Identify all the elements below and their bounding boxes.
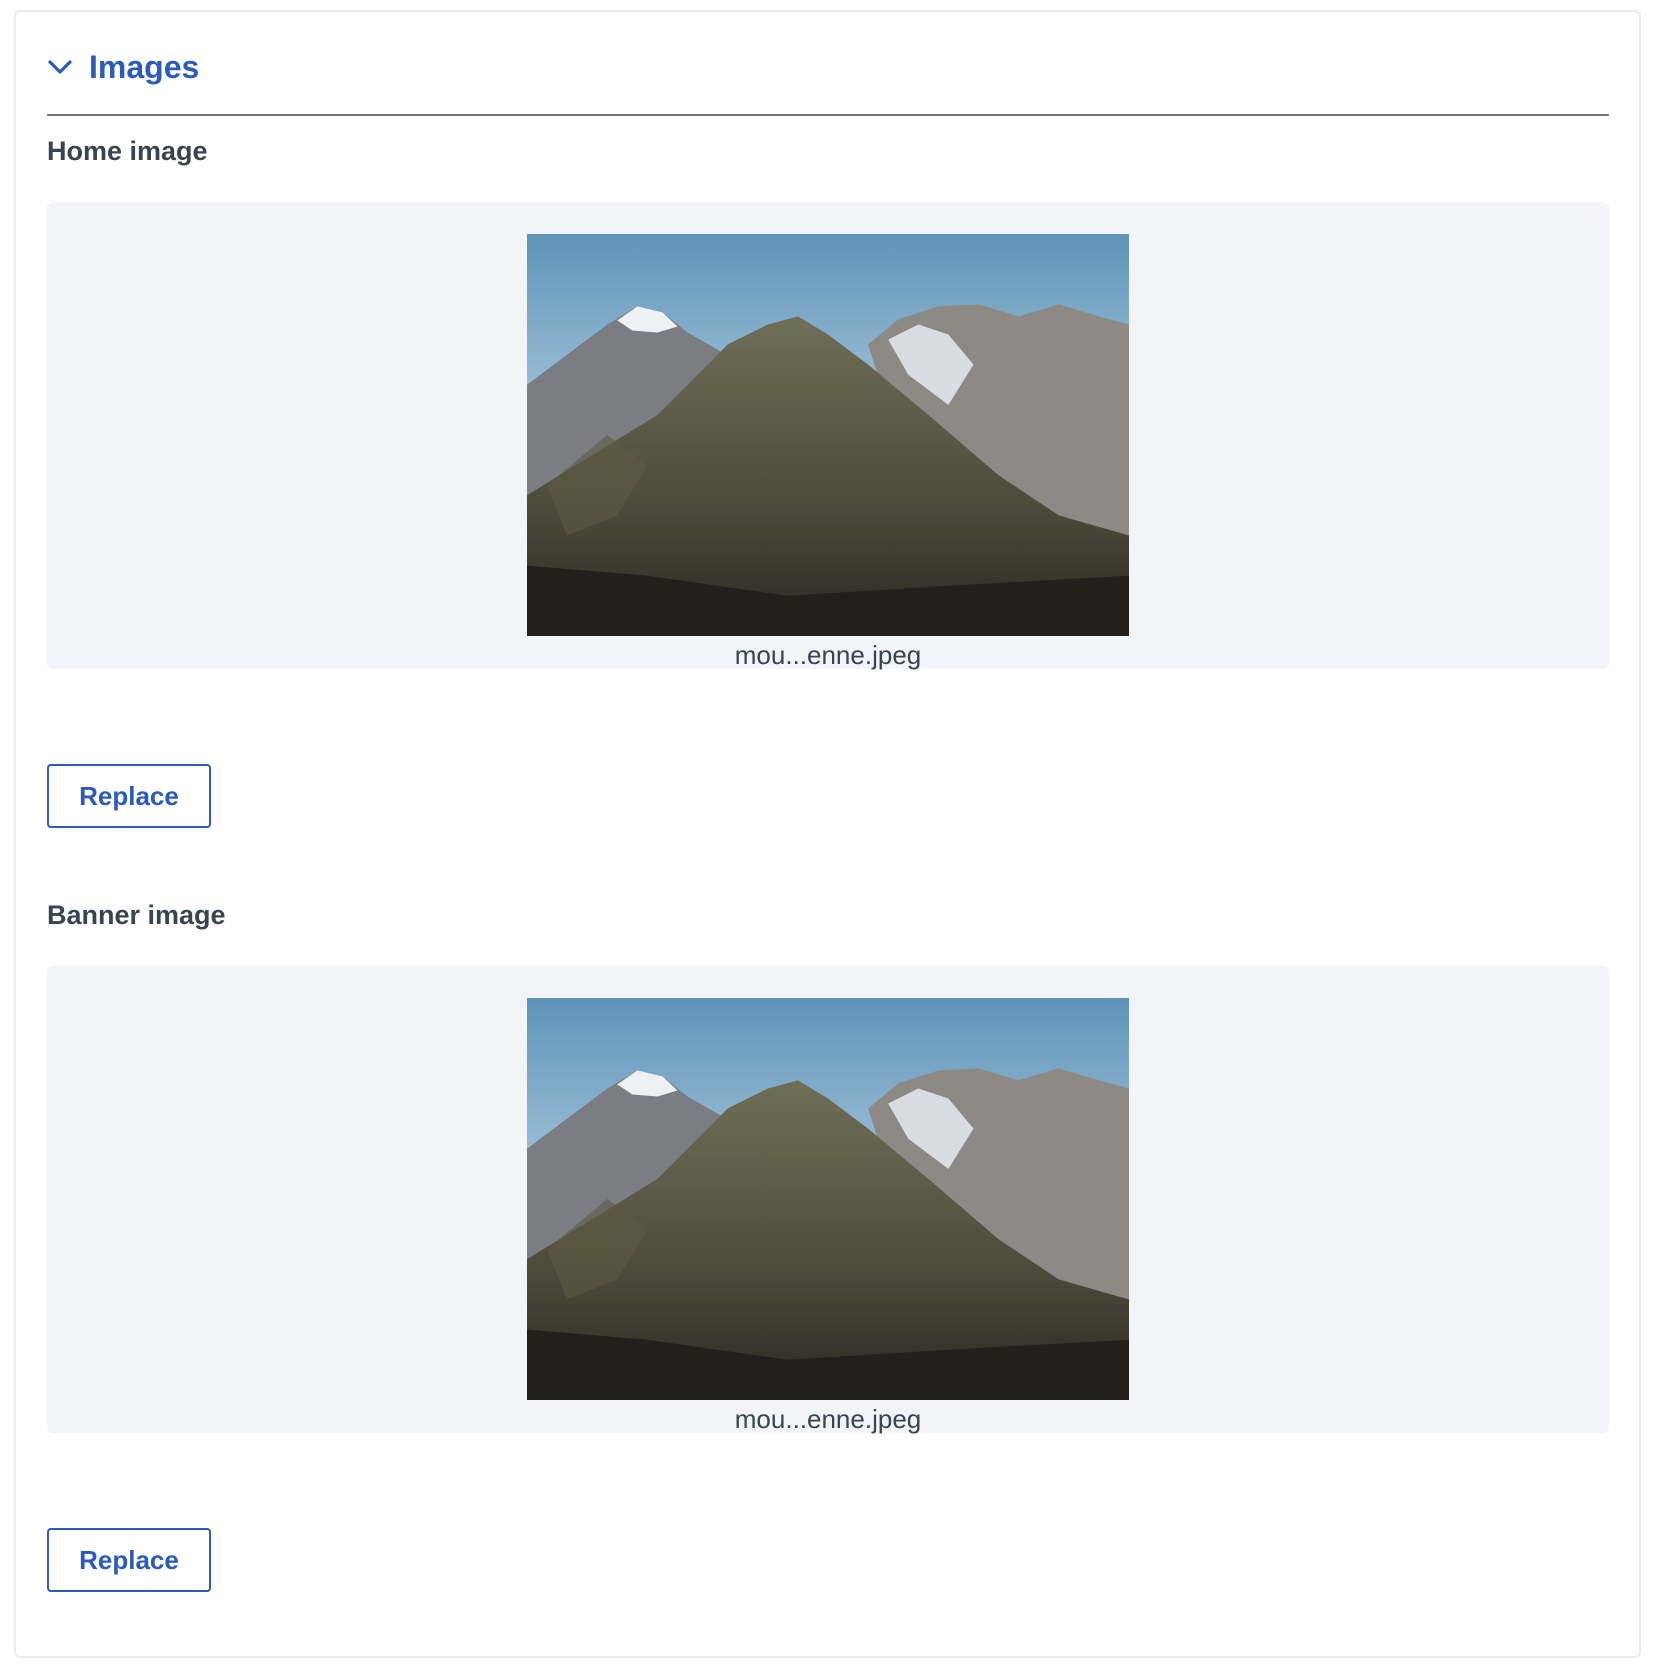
home-image-replace-button[interactable]: Replace xyxy=(47,764,211,828)
home-image-filename: mou...enne.jpeg xyxy=(734,640,922,670)
images-section-toggle[interactable]: Images xyxy=(45,42,199,92)
home-image-label: Home image xyxy=(47,136,208,166)
banner-image-thumbnail xyxy=(527,998,1129,1400)
home-image-preview xyxy=(47,202,1609,669)
banner-image-replace-button[interactable]: Replace xyxy=(47,1528,211,1592)
banner-image-label: Banner image xyxy=(47,900,226,930)
section-title: Images xyxy=(89,48,200,85)
banner-image-preview xyxy=(47,966,1609,1433)
banner-image-filename: mou...enne.jpeg xyxy=(734,1404,922,1434)
section-divider xyxy=(47,114,1609,116)
home-image-thumbnail xyxy=(527,234,1129,636)
chevron-down-icon xyxy=(48,60,72,74)
